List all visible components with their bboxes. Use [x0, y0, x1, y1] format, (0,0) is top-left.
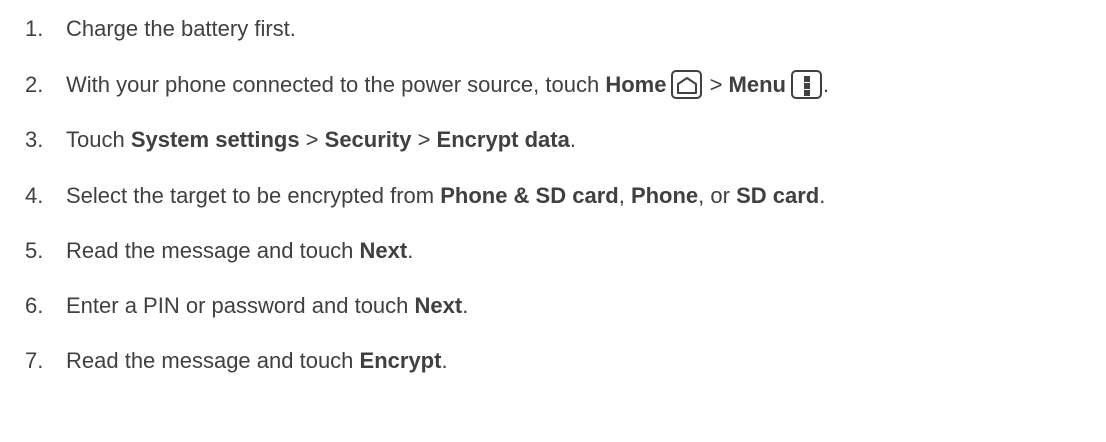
step-text-segment: Charge the battery first.	[66, 16, 296, 41]
ui-term-phone: Phone	[630, 183, 699, 208]
ui-term-phone-sd-card: Phone & SD card	[440, 183, 619, 208]
ui-term-home: Home	[605, 72, 667, 97]
step-text-segment: Enter a PIN or password and touch	[66, 293, 415, 318]
step-text-segment: With your phone connected to the power s…	[66, 72, 606, 97]
step-text-segment: >	[299, 127, 325, 152]
home-icon	[671, 70, 703, 100]
step-number: 7.	[25, 348, 44, 373]
step-text-segment: Read the message and touch	[66, 348, 360, 373]
ui-term-next: Next	[414, 293, 463, 318]
step-text-segment: , or	[698, 183, 737, 208]
ui-term-system-settings: System settings	[130, 127, 300, 152]
step-text: Select the target to be encrypted from P…	[66, 180, 825, 212]
step-number: 3.	[25, 127, 44, 152]
menu-icon	[790, 70, 822, 100]
step-text-segment: .	[462, 293, 469, 318]
step-text: Enter a PIN or password and touch Next.	[66, 290, 468, 322]
step-text-segment: >	[411, 127, 437, 152]
step-number: 2.	[25, 72, 44, 97]
step-text-segment: Read the message and touch	[66, 238, 360, 263]
step-text: Touch System settings > Security > Encry…	[66, 124, 576, 156]
instruction-steps: 1. Charge the battery first. 2. With you…	[0, 0, 1106, 442]
step-number: 6.	[25, 293, 44, 318]
step-text-segment: .	[822, 72, 830, 97]
step-text: Read the message and touch Next.	[66, 235, 413, 267]
step-text-segment: ,	[618, 183, 631, 208]
step-text-segment: .	[819, 183, 826, 208]
step-text-segment: .	[569, 127, 576, 152]
ui-term-encrypt: Encrypt	[359, 348, 442, 373]
ui-term-security: Security	[324, 127, 412, 152]
step-text-segment: .	[441, 348, 448, 373]
ui-term-encrypt-data: Encrypt data	[436, 127, 570, 152]
step-text-segment: Select the target to be encrypted from	[66, 183, 441, 208]
step-text: Read the message and touch Encrypt.	[66, 345, 448, 377]
step-text: Charge the battery first.	[66, 13, 296, 45]
step-number: 1.	[25, 16, 44, 41]
step-number: 5.	[25, 238, 44, 263]
step-text-segment: .	[407, 238, 414, 263]
step-text-segment: >	[703, 72, 729, 97]
ui-term-menu: Menu	[728, 72, 786, 97]
step-text: With your phone connected to the power s…	[66, 69, 829, 101]
ui-term-sd-card: SD card	[736, 183, 820, 208]
ui-term-next: Next	[359, 238, 408, 263]
step-text-segment: Touch	[66, 127, 131, 152]
step-number: 4.	[25, 183, 44, 208]
